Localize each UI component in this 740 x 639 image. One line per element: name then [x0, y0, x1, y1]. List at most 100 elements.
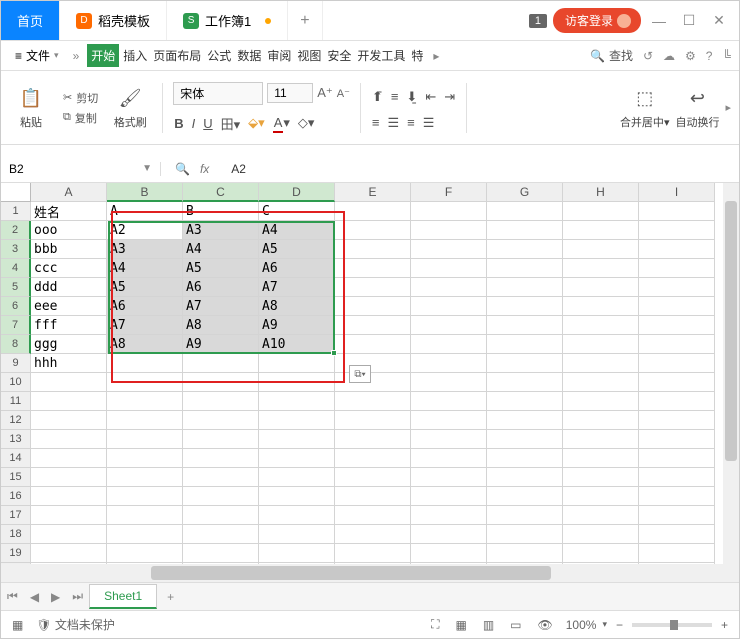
- underline-button[interactable]: U: [202, 115, 213, 132]
- ribbon-more-icon[interactable]: ▸: [725, 101, 731, 114]
- copy-button[interactable]: ⧉ 复制: [63, 110, 98, 126]
- protect-status[interactable]: 🛡 文档未保护: [36, 616, 115, 633]
- menu-tab-data[interactable]: 数据: [235, 44, 263, 67]
- cell[interactable]: [563, 335, 639, 354]
- align-top-button[interactable]: ⬆̄: [371, 88, 384, 106]
- cell[interactable]: A4: [183, 240, 259, 259]
- paste-options-button[interactable]: ⧉▾: [349, 365, 371, 383]
- fill-color-button[interactable]: ⬙▾: [247, 114, 266, 132]
- border-button[interactable]: 田▾: [220, 113, 242, 134]
- cell[interactable]: [563, 259, 639, 278]
- cell[interactable]: [183, 544, 259, 563]
- cell[interactable]: [563, 468, 639, 487]
- cell[interactable]: [335, 221, 411, 240]
- cell[interactable]: [487, 430, 563, 449]
- help-icon[interactable]: ?: [706, 49, 713, 63]
- sheet-nav-next[interactable]: ▶: [45, 590, 66, 604]
- cell[interactable]: A8: [183, 316, 259, 335]
- cell[interactable]: [335, 430, 411, 449]
- cell[interactable]: A5: [107, 278, 183, 297]
- cell[interactable]: [31, 430, 107, 449]
- row-header[interactable]: 2: [1, 221, 31, 240]
- font-size-select[interactable]: 11: [267, 83, 313, 103]
- cell[interactable]: [487, 354, 563, 373]
- cell[interactable]: [563, 430, 639, 449]
- cell[interactable]: [563, 525, 639, 544]
- cell[interactable]: A10: [259, 335, 335, 354]
- cell[interactable]: [639, 278, 715, 297]
- column-header[interactable]: D: [259, 183, 335, 202]
- cloud-icon[interactable]: ☁: [663, 49, 675, 63]
- cell[interactable]: [259, 411, 335, 430]
- cell[interactable]: [639, 506, 715, 525]
- cell[interactable]: [259, 544, 335, 563]
- cell[interactable]: [411, 449, 487, 468]
- cell[interactable]: [107, 544, 183, 563]
- close-button[interactable]: ✕: [707, 9, 731, 33]
- cell[interactable]: [183, 468, 259, 487]
- page-view-icon[interactable]: ▥: [480, 618, 497, 632]
- cell[interactable]: A6: [259, 259, 335, 278]
- cell[interactable]: [563, 544, 639, 563]
- cell[interactable]: [411, 221, 487, 240]
- row-header[interactable]: 1: [1, 202, 31, 221]
- zoom-out-button[interactable]: −: [613, 618, 626, 632]
- cell[interactable]: A8: [107, 335, 183, 354]
- cell[interactable]: B: [183, 202, 259, 221]
- cell[interactable]: [107, 487, 183, 506]
- cell[interactable]: [107, 449, 183, 468]
- cell[interactable]: [563, 240, 639, 259]
- row-header[interactable]: 4: [1, 259, 31, 278]
- cell[interactable]: [183, 449, 259, 468]
- cell[interactable]: [411, 430, 487, 449]
- cell[interactable]: [639, 221, 715, 240]
- cell[interactable]: [183, 373, 259, 392]
- cell[interactable]: [411, 392, 487, 411]
- cell[interactable]: [107, 506, 183, 525]
- reading-view-icon[interactable]: ▭: [507, 618, 524, 632]
- cell[interactable]: [335, 259, 411, 278]
- cell[interactable]: [639, 316, 715, 335]
- italic-button[interactable]: I: [191, 115, 197, 132]
- eye-icon[interactable]: 👁: [535, 618, 556, 632]
- cell[interactable]: [31, 468, 107, 487]
- cell[interactable]: [487, 506, 563, 525]
- align-right-button[interactable]: ≡: [406, 114, 416, 131]
- function-wizard-icon[interactable]: 🔍: [175, 162, 190, 176]
- row-header[interactable]: 14: [1, 449, 31, 468]
- row-header[interactable]: 10: [1, 373, 31, 392]
- align-center-button[interactable]: ☰: [387, 114, 401, 132]
- cell[interactable]: [639, 468, 715, 487]
- cell[interactable]: C: [259, 202, 335, 221]
- menu-tab-formula[interactable]: 公式: [205, 44, 233, 67]
- cell[interactable]: [487, 544, 563, 563]
- cell[interactable]: [639, 411, 715, 430]
- cell[interactable]: A9: [259, 316, 335, 335]
- cell[interactable]: [563, 354, 639, 373]
- indent-right-button[interactable]: ⇥: [443, 88, 456, 106]
- cell[interactable]: A2: [107, 221, 183, 240]
- tab-docer[interactable]: D 稻壳模板: [60, 1, 167, 40]
- cell[interactable]: [335, 335, 411, 354]
- cell[interactable]: [411, 202, 487, 221]
- cell[interactable]: [639, 487, 715, 506]
- sheet-nav-prev[interactable]: ◀: [24, 590, 45, 604]
- cell[interactable]: [335, 202, 411, 221]
- cell[interactable]: [563, 411, 639, 430]
- format-painter-button[interactable]: 🖌 格式刷: [108, 86, 152, 130]
- collapse-ribbon-icon[interactable]: ╚: [722, 49, 731, 63]
- cell[interactable]: [335, 449, 411, 468]
- sheet-nav-first[interactable]: ⏮: [1, 589, 24, 604]
- menu-tab-start[interactable]: 开始: [87, 44, 119, 67]
- cell[interactable]: [639, 392, 715, 411]
- column-header[interactable]: H: [563, 183, 639, 202]
- cell[interactable]: [335, 392, 411, 411]
- cell[interactable]: A5: [259, 240, 335, 259]
- horizontal-scrollbar[interactable]: [1, 564, 739, 582]
- cell[interactable]: [107, 430, 183, 449]
- cell[interactable]: [259, 373, 335, 392]
- cell[interactable]: [411, 544, 487, 563]
- cell[interactable]: A3: [107, 240, 183, 259]
- cell[interactable]: [487, 316, 563, 335]
- cell[interactable]: [411, 354, 487, 373]
